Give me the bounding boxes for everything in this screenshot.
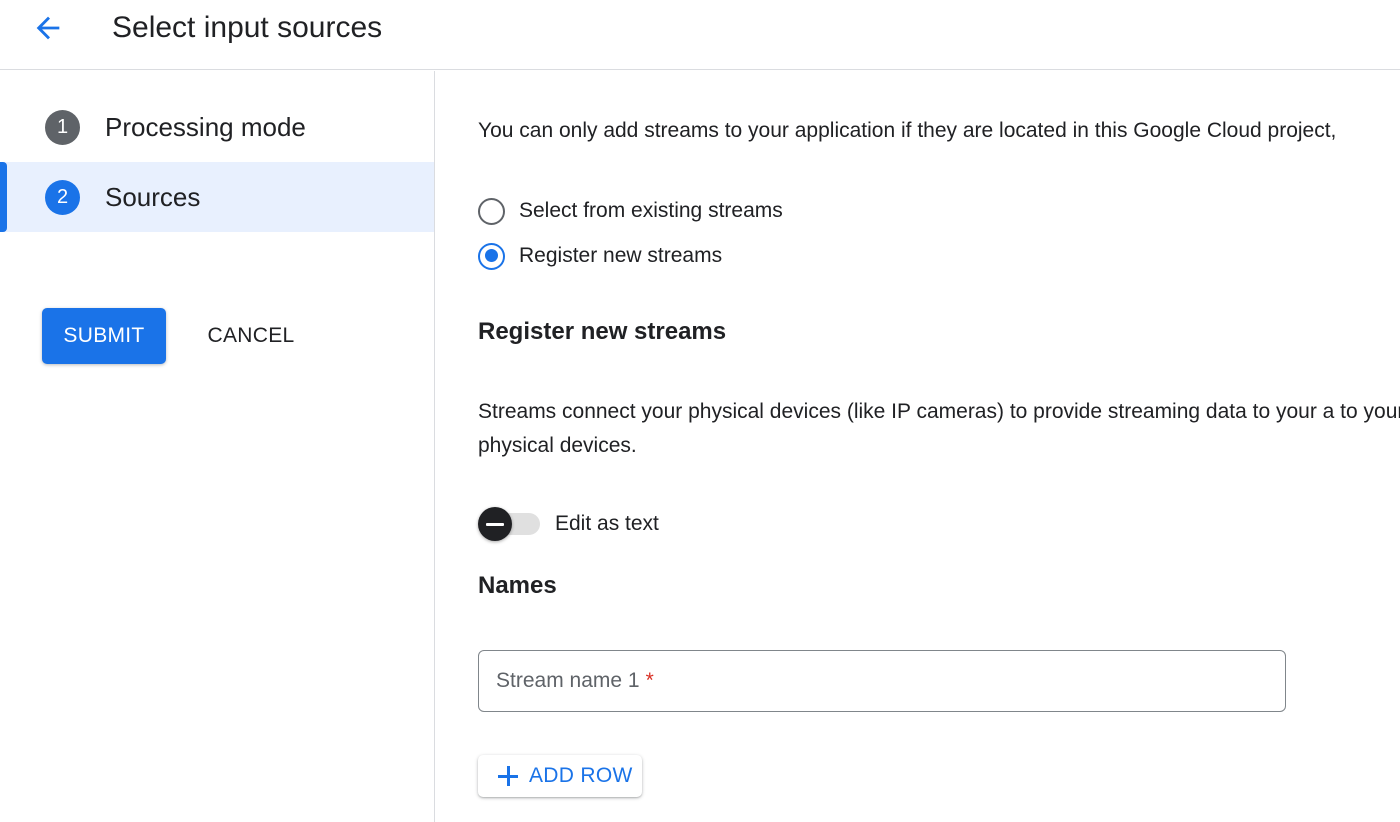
add-row-button[interactable]: ADD ROW [478,755,642,797]
radio-button[interactable] [478,242,505,270]
submit-button[interactable]: SUBMIT [42,308,166,364]
step-sources[interactable]: 2 Sources [0,162,434,232]
step-processing-mode[interactable]: 1 Processing mode [0,92,434,162]
arrow-back-icon [36,16,60,40]
edit-as-text-toggle[interactable]: Edit as text [478,507,659,541]
page-header: Select input sources [0,0,1400,70]
back-button[interactable] [26,8,70,48]
radio-button[interactable] [478,197,505,225]
page-title: Select input sources [112,11,383,44]
step-label: Processing mode [105,111,306,142]
toggle-switch[interactable] [478,507,542,541]
radio-select-existing-streams[interactable]: Select from existing streams [478,196,783,226]
toggle-label: Edit as text [555,512,659,535]
stream-name-field[interactable]: Stream name 1 * [478,650,1286,712]
section-description: Streams connect your physical devices (l… [478,400,1400,457]
names-heading: Names [478,572,557,599]
step-number-badge: 2 [45,179,80,215]
radio-register-new-streams[interactable]: Register new streams [478,241,722,271]
intro-text: You can only add streams to your applica… [478,119,1337,142]
step-number-badge: 1 [45,109,80,145]
radio-label: Select from existing streams [519,199,783,222]
cancel-button[interactable]: CANCEL [190,308,312,364]
plus-icon [496,764,520,788]
radio-label: Register new streams [519,244,723,267]
main-content: You can only add streams to your applica… [436,71,1400,822]
add-row-label: ADD ROW [529,764,633,787]
section-heading: Register new streams [478,318,727,345]
stepper-panel: 1 Processing mode 2 Sources SUBMIT CANCE… [0,71,435,822]
step-label: Sources [105,181,201,212]
toggle-thumb [478,507,512,541]
minus-icon [486,522,504,526]
stream-name-input[interactable] [479,651,1285,711]
